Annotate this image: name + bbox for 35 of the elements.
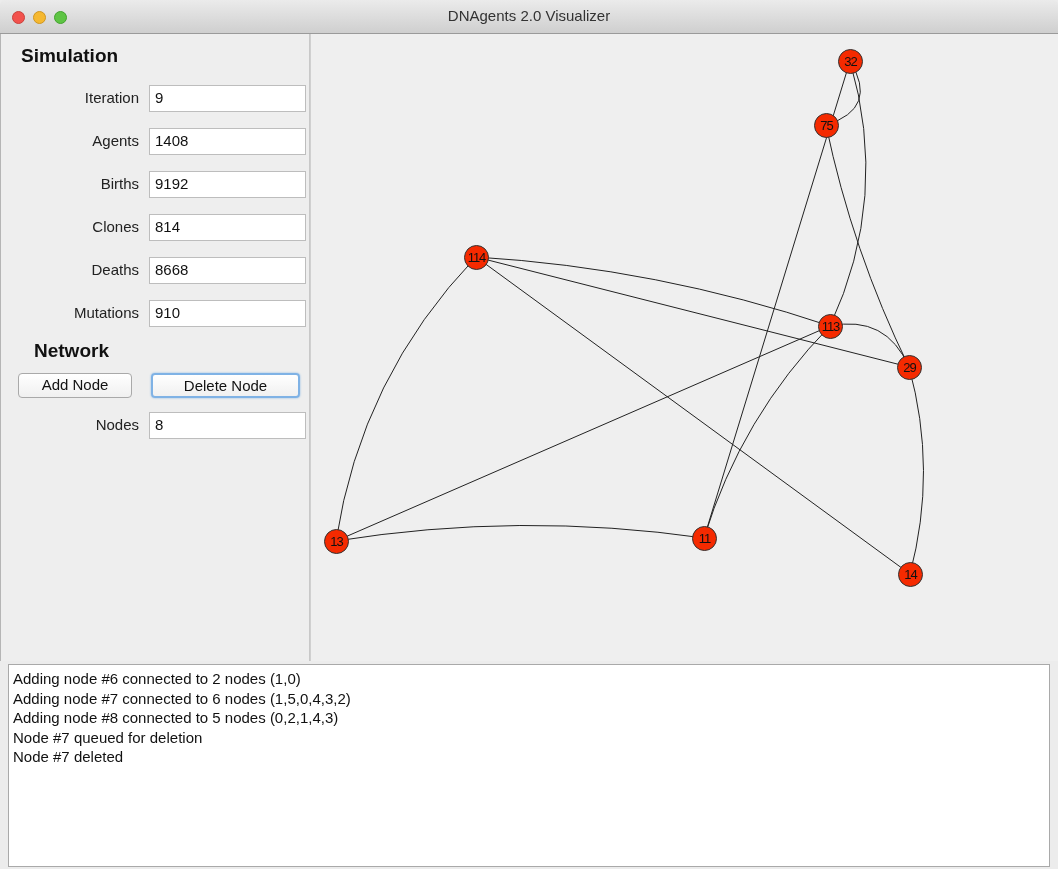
log-line: Adding node #8 connected to 5 nodes (0,2,1,4,3) xyxy=(13,708,339,728)
input-field[interactable]: 1408 xyxy=(149,127,306,155)
close-icon[interactable] xyxy=(12,11,25,24)
input-field[interactable]: 910 xyxy=(149,299,306,327)
field-label: Deaths xyxy=(90,259,140,280)
field-label: Clones xyxy=(91,216,140,237)
minimize-icon[interactable] xyxy=(33,11,46,24)
graph-node[interactable]: 14 xyxy=(898,562,923,587)
graph-node[interactable]: 13 xyxy=(324,529,349,554)
log-line: Adding node #6 connected to 2 nodes (1,0) xyxy=(13,669,301,689)
log-line: Node #7 deleted xyxy=(13,747,124,767)
section-heading: Network xyxy=(33,338,110,363)
log-line: Node #7 queued for deletion xyxy=(13,727,203,747)
graph-node[interactable]: 29 xyxy=(897,355,922,380)
graph-node[interactable]: 75 xyxy=(814,113,839,138)
section-heading: Simulation xyxy=(20,44,120,68)
field-label: Agents xyxy=(91,130,140,151)
log-line: Adding node #7 connected to 6 nodes (1,5,0,4,3,2) xyxy=(13,688,351,708)
input-field[interactable]: 814 xyxy=(149,213,306,241)
input-field[interactable]: 9192 xyxy=(149,170,306,198)
graph-node[interactable]: 32 xyxy=(838,49,863,74)
node-button[interactable]: Delete Node xyxy=(151,373,300,398)
field-label: Iteration xyxy=(83,87,140,108)
graph-node[interactable]: 113 xyxy=(818,314,843,339)
field-label: Mutations xyxy=(72,302,140,323)
window-title: DNAgents 2.0 Visualizer xyxy=(447,6,611,27)
input-field[interactable]: 8668 xyxy=(149,256,306,284)
node-button[interactable]: Add Node xyxy=(18,373,132,398)
graph-node[interactable]: 114 xyxy=(464,245,489,270)
graph-node[interactable]: 11 xyxy=(692,526,717,551)
field-label: Nodes xyxy=(94,415,140,436)
field-label: Births xyxy=(99,173,140,194)
input-field[interactable]: 9 xyxy=(149,84,306,112)
maximize-icon[interactable] xyxy=(54,11,67,24)
input-field[interactable]: 8 xyxy=(149,412,306,439)
